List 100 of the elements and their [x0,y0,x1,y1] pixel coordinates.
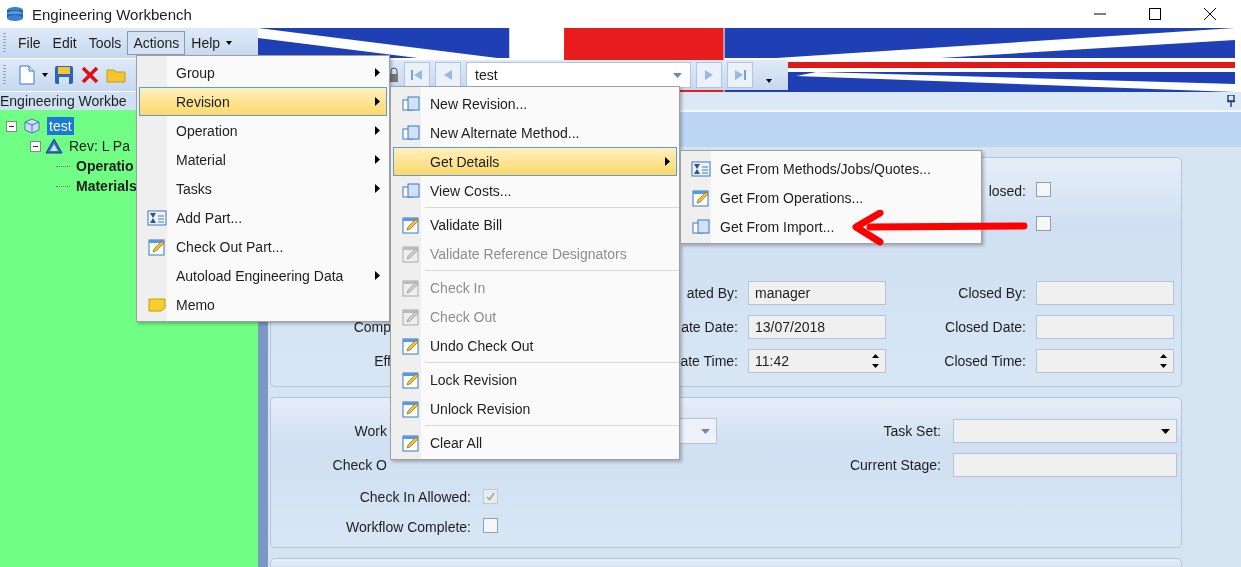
window-icon [402,95,420,112]
submenu-arrow-icon [375,271,380,280]
menu-bar-item[interactable]: Help [185,31,227,55]
menu-item[interactable]: Tasks [139,174,387,203]
overflow-caret-icon[interactable] [766,79,772,83]
dropdown-field[interactable] [953,419,1177,443]
first-record-button[interactable] [404,62,430,88]
menu-item[interactable]: New Revision... [393,89,677,118]
menu-bar-item[interactable]: File [12,31,47,55]
caret-icon[interactable] [42,73,48,77]
lock-icon[interactable] [389,67,399,83]
note-icon [148,297,166,312]
submenu-arrow-icon [375,97,380,106]
menu-item[interactable]: Memo [139,290,387,319]
app-icon [6,6,24,22]
field-label: Comp [353,319,391,335]
dropdown-arrow-icon [673,72,682,78]
menu-item[interactable]: Get Details [393,147,677,176]
tree-item[interactable]: Rev: L Pa [67,137,132,155]
menu-item[interactable]: Unlock Revision [393,394,677,423]
menu-item[interactable]: Get From Methods/Jobs/Quotes... [683,154,979,183]
submenu-arrow-icon [375,184,380,193]
menu-item[interactable]: Add Part... [139,203,387,232]
menu-bar-item[interactable]: Tools [82,31,128,55]
pin-icon[interactable] [1227,95,1235,107]
menu-item[interactable]: Check Out Part... [139,232,387,261]
field-label: Current Stage: [849,457,941,473]
save-icon[interactable] [54,65,74,85]
notepad-pencil-icon [692,188,710,207]
menu-item[interactable]: Undo Check Out [393,331,677,360]
notepad-pencil-icon [402,215,420,234]
notepad-pencil-icon [402,278,420,297]
time-spinner[interactable] [1036,349,1174,373]
close-icon[interactable] [1204,8,1216,20]
field-label: ated By: [686,285,738,301]
field-label: Closed Time: [944,353,1026,369]
submenu-arrow-icon [375,126,380,135]
last-record-icon [733,68,747,82]
menu-item[interactable]: Get From Import... [683,212,979,241]
previous-record-button[interactable] [435,62,461,88]
field-label: Work [354,423,387,439]
field-label: Check O [332,457,387,473]
menu-bar-item[interactable]: Actions [127,31,186,55]
field-label: losed: [988,183,1026,199]
new-document-icon[interactable] [18,65,36,85]
menu-item[interactable]: Clear All [393,428,677,457]
menu-item[interactable]: View Costs... [393,176,677,205]
field-label: Closed By: [958,285,1026,301]
notepad-pencil-icon [402,370,420,389]
hourglass-list-icon [691,160,711,177]
menu-item[interactable]: Operation [139,116,387,145]
collapse-toggle[interactable] [30,140,41,152]
time-spinner[interactable]: 11:42 [748,349,886,373]
text-field[interactable] [953,453,1177,477]
text-field[interactable] [1036,281,1174,305]
menu-item[interactable]: Get From Operations... [683,183,979,212]
folder-icon[interactable] [106,67,126,83]
notepad-pencil-icon [402,336,420,355]
first-record-icon [410,68,424,82]
panel-title: Engineering Workbe [0,93,127,109]
maximize-icon[interactable] [1149,8,1161,20]
tree-item[interactable]: test [47,117,74,135]
notepad-pencil-icon [402,307,420,326]
menu-bar-item[interactable]: Edit [46,31,83,55]
delete-icon[interactable] [80,65,100,85]
checkbox[interactable] [483,518,498,533]
overflow-caret-icon[interactable] [226,41,233,45]
notepad-pencil-icon [402,433,420,452]
menu-item[interactable]: Validate Bill [393,210,677,239]
checkbox[interactable] [1036,182,1051,197]
field-label: Check In Allowed: [359,489,471,505]
notepad-pencil-icon [402,399,420,418]
field-label: ate Date: [681,319,738,335]
collapse-toggle[interactable] [6,120,17,132]
field-label: ate Time: [680,353,738,369]
menu-item[interactable]: New Alternate Method... [393,118,677,147]
date-field[interactable]: 13/07/2018 [748,315,886,339]
window-icon [402,124,420,141]
dropdown-arrow-icon [1161,428,1170,434]
menu-item[interactable]: Lock Revision [393,365,677,394]
menu-item[interactable]: Revision [139,87,387,116]
window-icon [692,218,710,235]
next-record-button[interactable] [696,62,722,88]
hourglass-list-icon [147,209,167,226]
checkbox[interactable] [1036,216,1051,231]
part-icon [21,117,43,135]
field-label: Closed Date: [945,319,1026,335]
window-title: Engineering Workbench [32,5,192,23]
tree-item[interactable]: Materials [74,177,139,195]
text-field[interactable]: manager [748,281,886,305]
date-field[interactable] [1036,315,1174,339]
menu-item[interactable]: Autoload Engineering Data [139,261,387,290]
field-label: Task Set: [883,423,941,439]
tree-item[interactable]: Operatio [74,157,136,175]
window-icon [402,182,420,199]
record-dropdown[interactable]: test [466,62,691,88]
menu-item[interactable]: Group [139,58,387,87]
menu-item[interactable]: Material [139,145,387,174]
field-label: Eff [374,353,391,369]
last-record-button[interactable] [727,62,753,88]
